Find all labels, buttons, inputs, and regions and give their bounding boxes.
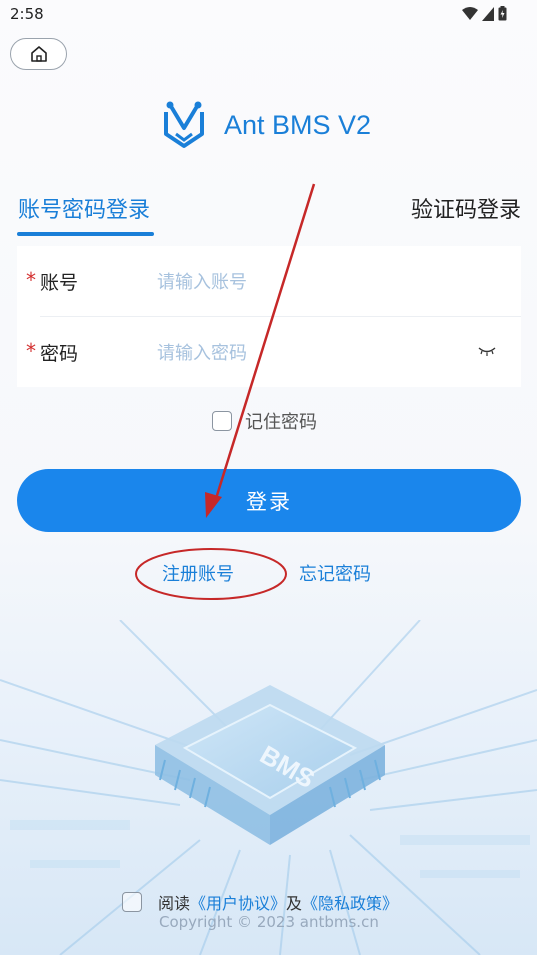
brand: Ant BMS V2	[162, 100, 371, 150]
battery-icon	[498, 6, 507, 21]
status-icons	[462, 6, 507, 21]
remember-password[interactable]: 记住密码	[212, 408, 317, 434]
account-label: 账号	[40, 272, 79, 294]
tab-account-password-login[interactable]: 账号密码登录	[18, 192, 150, 224]
forgot-password-link[interactable]: 忘记密码	[299, 560, 371, 586]
user-agreement-link[interactable]: 《用户协议》	[190, 890, 286, 914]
tab-verification-code-login[interactable]: 验证码登录	[411, 192, 521, 224]
agreement: 阅读 《用户协议》 及 《隐私政策》	[122, 890, 398, 914]
account-row: * 账号	[17, 246, 521, 316]
signal-icon	[482, 6, 494, 21]
register-account-link[interactable]: 注册账号	[162, 560, 234, 586]
password-row: * 密码	[26, 316, 521, 387]
required-mark: *	[26, 339, 36, 363]
login-button[interactable]: 登录	[17, 469, 521, 532]
active-tab-indicator	[17, 232, 154, 236]
ant-bms-logo	[164, 101, 204, 148]
login-form: * 账号 * 密码	[17, 246, 521, 387]
wifi-icon	[462, 6, 478, 20]
password-input[interactable]	[155, 335, 459, 371]
password-label: 密码	[40, 343, 79, 365]
account-input[interactable]	[155, 264, 509, 300]
required-mark: *	[26, 268, 36, 292]
status-bar: 2:58	[0, 0, 537, 30]
home-icon	[30, 46, 47, 62]
app-title: Ant BMS V2	[224, 109, 372, 140]
agreement-prefix: 阅读	[158, 894, 191, 913]
copyright: Copyright © 2023 antbms.cn	[159, 913, 379, 931]
remember-password-checkbox[interactable]	[212, 411, 232, 431]
privacy-policy-link[interactable]: 《隐私政策》	[302, 890, 398, 914]
agreement-and: 及	[286, 894, 303, 913]
status-time: 2:58	[10, 5, 44, 23]
agreement-checkbox[interactable]	[122, 892, 142, 912]
eye-closed-icon[interactable]	[478, 345, 496, 357]
remember-password-label: 记住密码	[245, 412, 317, 433]
home-button[interactable]	[10, 38, 67, 70]
